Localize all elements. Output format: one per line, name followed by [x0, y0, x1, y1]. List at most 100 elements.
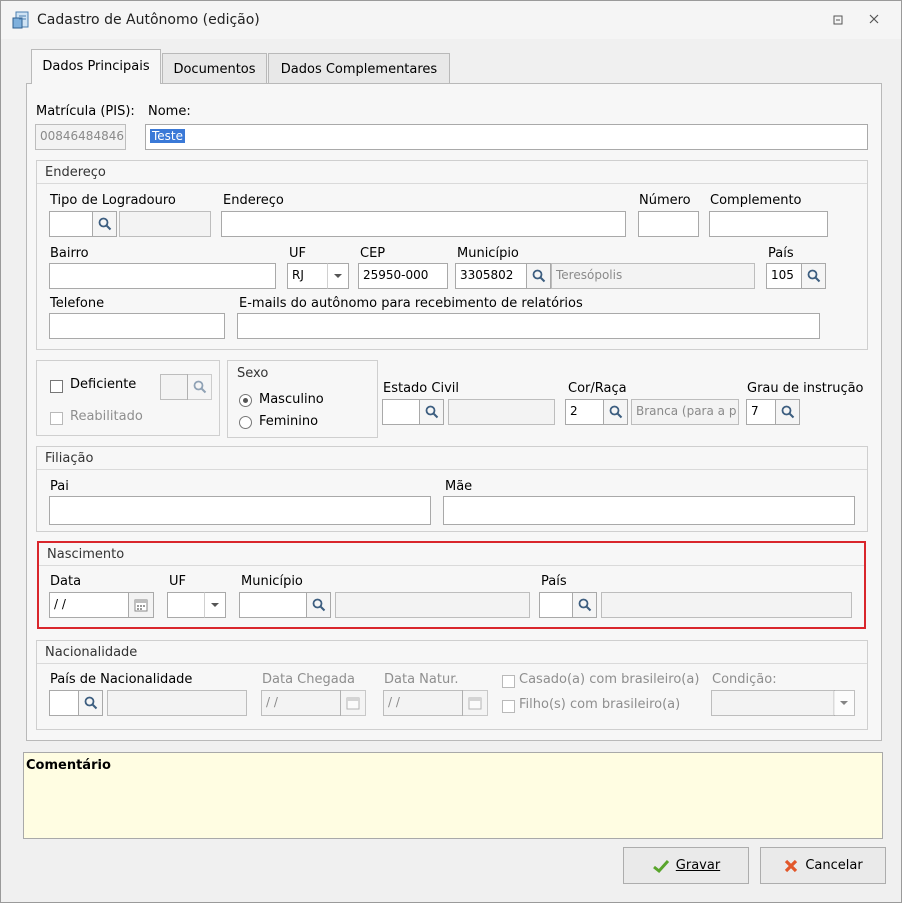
municipio-name: Teresópolis — [551, 263, 755, 289]
pais-search-button[interactable] — [801, 263, 826, 289]
x-icon — [785, 859, 798, 872]
nascimento-pais-search-button[interactable] — [572, 592, 597, 618]
data-chegada-field[interactable]: / / — [261, 690, 341, 716]
endereco-field[interactable] — [221, 211, 626, 237]
cep-field[interactable]: 25950-000 — [358, 263, 448, 289]
chevron-down-icon[interactable] — [204, 592, 226, 618]
pais-nacionalidade-code[interactable] — [49, 690, 79, 716]
masculino-label: Masculino — [259, 392, 324, 407]
tipo-logradouro-code[interactable] — [49, 211, 93, 237]
tipo-logradouro-search-button[interactable] — [92, 211, 117, 237]
search-icon — [609, 405, 622, 419]
nome-label: Nome: — [148, 104, 191, 119]
numero-field[interactable] — [638, 211, 699, 237]
municipio-search-button[interactable] — [526, 263, 551, 289]
title-bar: Cadastro de Autônomo (edição) — [1, 1, 901, 39]
data-chegada-label: Data Chegada — [262, 672, 355, 687]
emails-field[interactable] — [237, 313, 820, 339]
nascimento-pais-code[interactable] — [539, 592, 573, 618]
search-icon — [578, 598, 591, 612]
estado-civil-code[interactable] — [382, 399, 420, 425]
pai-field[interactable] — [49, 496, 431, 525]
pais-code[interactable]: 105 — [766, 263, 802, 289]
pais-nacionalidade-label: País de Nacionalidade — [50, 672, 193, 687]
grau-instrucao-search-button[interactable] — [775, 399, 800, 425]
chevron-down-icon[interactable] — [833, 690, 855, 716]
tab-dados-complementares[interactable]: Dados Complementares — [268, 53, 450, 84]
nascimento-uf-select[interactable] — [167, 592, 207, 618]
masculino-radio[interactable] — [239, 394, 252, 407]
endereco-group: Endereço Tipo de Logradouro Endereço Núm… — [36, 160, 868, 350]
nome-value: Teste — [150, 129, 186, 143]
estado-civil-search-button[interactable] — [419, 399, 444, 425]
calendar-icon[interactable] — [128, 592, 154, 618]
gravar-button[interactable]: Gravar — [623, 847, 749, 884]
pais-label: País — [768, 246, 794, 261]
sexo-group: Sexo Masculino Feminino — [227, 360, 378, 438]
nascimento-municipio-search-button[interactable] — [306, 592, 331, 618]
casado-checkbox[interactable] — [502, 675, 515, 688]
dialog-window: Cadastro de Autônomo (edição) Dados Prin… — [0, 0, 902, 903]
search-icon — [532, 269, 545, 283]
close-icon[interactable] — [865, 11, 883, 27]
municipio-code[interactable]: 3305802 — [455, 263, 527, 289]
comentario-field[interactable]: Comentário — [23, 752, 883, 839]
cancelar-label: Cancelar — [805, 858, 863, 873]
bairro-field[interactable] — [49, 263, 276, 289]
cor-raca-desc: Branca (para a p — [631, 399, 739, 425]
restore-icon[interactable] — [829, 12, 847, 28]
nascimento-data-field[interactable]: / / — [49, 592, 129, 618]
calendar-icon[interactable] — [462, 690, 488, 716]
deficiente-checkbox[interactable] — [50, 380, 63, 393]
filiacao-group-title: Filiação — [37, 447, 867, 470]
telefone-label: Telefone — [50, 296, 105, 311]
nascimento-group-title: Nascimento — [39, 543, 864, 566]
cor-raca-label: Cor/Raça — [568, 381, 627, 396]
complemento-field[interactable] — [709, 211, 828, 237]
condicao-select[interactable] — [711, 690, 835, 716]
telefone-field[interactable] — [49, 313, 225, 339]
gravar-label: Gravar — [675, 858, 721, 873]
deficiencia-search-button[interactable] — [187, 374, 212, 400]
estado-civil-desc — [448, 399, 555, 425]
complemento-label: Complemento — [710, 193, 802, 208]
nascimento-group: Nascimento Data / / UF Município País — [37, 541, 866, 629]
pais-nacionalidade-search-button[interactable] — [78, 690, 103, 716]
endereco-group-title: Endereço — [37, 161, 867, 184]
tipo-logradouro-desc — [119, 211, 211, 237]
grau-instrucao-code[interactable]: 7 — [746, 399, 776, 425]
matricula-label: Matrícula (PIS): — [36, 104, 135, 119]
data-natur-field[interactable]: / / — [383, 690, 463, 716]
mae-label: Mãe — [445, 479, 473, 494]
tipo-logradouro-label: Tipo de Logradouro — [50, 193, 176, 208]
sexo-group-title: Sexo — [237, 366, 269, 381]
reabilitado-checkbox[interactable] — [50, 412, 63, 425]
mae-field[interactable] — [443, 496, 855, 525]
chevron-down-icon[interactable] — [327, 263, 349, 289]
endereco-label: Endereço — [223, 193, 284, 208]
nascimento-pais-desc — [601, 592, 852, 618]
tab-dados-principais[interactable]: Dados Principais — [31, 49, 161, 84]
check-icon — [652, 859, 669, 873]
cep-label: CEP — [360, 246, 386, 261]
nascimento-data-label: Data — [50, 574, 82, 589]
uf-label: UF — [289, 246, 306, 261]
pais-nacionalidade-desc — [107, 690, 247, 716]
cor-raca-search-button[interactable] — [603, 399, 628, 425]
window-title: Cadastro de Autônomo (edição) — [37, 12, 260, 28]
search-icon — [98, 217, 111, 231]
casado-label: Casado(a) com brasileiro(a) — [519, 672, 700, 687]
nascimento-municipio-code[interactable] — [239, 592, 307, 618]
deficiencia-code — [160, 374, 188, 400]
emails-label: E-mails do autônomo para recebimento de … — [239, 296, 583, 311]
nome-field[interactable]: Teste — [145, 124, 868, 150]
search-icon — [84, 696, 97, 710]
filhos-checkbox[interactable] — [502, 700, 515, 713]
tab-documentos[interactable]: Documentos — [162, 53, 267, 84]
cor-raca-code[interactable]: 2 — [565, 399, 604, 425]
feminino-radio[interactable] — [239, 416, 252, 429]
cancelar-button[interactable]: Cancelar — [760, 847, 886, 884]
pai-label: Pai — [50, 479, 69, 494]
deficiente-label: Deficiente — [70, 377, 137, 392]
calendar-icon[interactable] — [340, 690, 366, 716]
